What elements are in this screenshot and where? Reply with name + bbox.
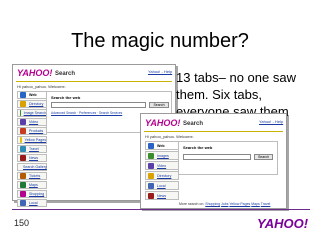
tab-yellow-pages[interactable]: Yellow Pages [17, 136, 47, 144]
tab-travel[interactable]: Travel [17, 145, 47, 153]
more-search-link[interactable]: Shopping [205, 202, 220, 206]
top-links[interactable]: Yahoo! - Help [259, 119, 283, 124]
welcome-text: Hi yahoo_yahoo. Welcome. [17, 84, 66, 89]
yahoo-logo: YAHOO! [17, 68, 53, 78]
tab-label: Web [157, 143, 165, 148]
welcome-text: Hi yahoo_yahoo. Welcome. [145, 134, 194, 139]
tab-label: Yellow Pages [24, 138, 46, 142]
local-icon [148, 182, 154, 189]
tab-directory[interactable]: Directory [145, 171, 179, 180]
tab-label: Video [157, 163, 167, 168]
maps-icon [20, 182, 26, 188]
yellowpages-icon [20, 137, 22, 143]
search-header: Search [183, 121, 204, 127]
more-search-link[interactable]: Yellow Pages [229, 202, 250, 206]
tab-column: Web Images Video Directory Local News [145, 141, 179, 201]
search-label: Search the web [183, 145, 213, 150]
tab-maps[interactable]: Maps [17, 181, 47, 189]
web-icon [148, 142, 154, 149]
tab-label: Maps [29, 183, 38, 187]
tab-news[interactable]: News [17, 154, 47, 162]
search-options-links[interactable]: Advanced Search · Preferences · Search S… [51, 111, 122, 115]
tab-label: Images [157, 153, 169, 158]
tab-video[interactable]: Video [145, 161, 179, 170]
tab-search-gallery[interactable]: Search Gallery [17, 163, 47, 171]
screenshot-six-tabs: YAHOO! Search Yahoo! - Help Hi yahoo_yah… [140, 113, 287, 209]
shopping-icon [20, 191, 26, 197]
travel-icon [20, 146, 26, 152]
tab-tickets[interactable]: Tickets [17, 172, 47, 180]
tab-shopping[interactable]: Shopping [17, 190, 47, 198]
yahoo-logo: YAHOO! [145, 118, 181, 128]
more-search-link[interactable]: Jobs [221, 202, 228, 206]
more-search-prefix: More search on: [179, 202, 206, 206]
search-header: Search [55, 71, 76, 77]
footer-logo-text: YAHOO! [257, 216, 309, 231]
image-icon [148, 152, 154, 159]
tab-label: Image Search [23, 111, 46, 115]
news-icon [20, 155, 26, 161]
tab-label: News [157, 193, 166, 198]
tab-images[interactable]: Images [145, 151, 179, 160]
tab-video[interactable]: Video [17, 118, 47, 126]
video-icon [148, 162, 154, 169]
tab-local[interactable]: Local [17, 199, 47, 207]
slide: The magic number? YAHOO! Search Yahoo! -… [0, 0, 320, 240]
tab-label: Video [29, 120, 39, 124]
tab-web[interactable]: Web [145, 141, 179, 150]
page-number: 150 [14, 218, 30, 228]
yahoo-footer-logo: YAHOO! [257, 216, 309, 231]
tab-web[interactable]: Web [17, 91, 47, 99]
tab-label: Directory [157, 173, 172, 178]
tab-products[interactable]: Products [17, 127, 47, 135]
tab-news[interactable]: News [145, 191, 179, 200]
video-icon [20, 119, 26, 125]
slide-title: The magic number? [71, 30, 249, 52]
tab-directory[interactable]: Directory [17, 100, 47, 108]
tab-label: Local [157, 183, 166, 188]
web-icon [20, 92, 26, 98]
tab-local[interactable]: Local [145, 181, 179, 190]
tab-label: News [29, 156, 38, 160]
tab-label: Products [29, 129, 44, 133]
tab-label: Local [29, 201, 38, 205]
tab-label: Tickets [29, 174, 41, 178]
more-search-link[interactable]: Travel [261, 202, 271, 206]
search-button[interactable]: Search [149, 102, 169, 108]
tab-label: Search Gallery [23, 165, 47, 169]
local-icon [20, 200, 26, 206]
footer-divider [12, 209, 310, 210]
directory-icon [148, 172, 154, 179]
news-icon [148, 192, 154, 199]
image-icon [20, 110, 21, 116]
search-button[interactable]: Search [254, 154, 273, 160]
header-divider [144, 131, 283, 132]
search-label: Search the web [51, 95, 81, 100]
more-search-links: More search on: Shopping Jobs Yellow Pag… [179, 202, 270, 206]
search-input[interactable] [183, 154, 251, 160]
tab-label: Shopping [29, 192, 45, 196]
tab-column: Web Directory Image Search Video Products Yel… [17, 91, 47, 208]
tickets-icon [20, 173, 26, 179]
search-panel: Search the web Search [178, 141, 278, 175]
top-links[interactable]: Yahoo! - Help [148, 69, 172, 74]
header-divider [16, 81, 172, 82]
more-search-link[interactable]: Maps [251, 202, 260, 206]
tab-label: Travel [29, 147, 39, 151]
search-input[interactable] [51, 102, 146, 108]
tab-label: Web [29, 93, 37, 97]
products-icon [20, 128, 26, 134]
directory-icon [20, 101, 26, 107]
tab-image-search[interactable]: Image Search [17, 109, 47, 117]
tab-label: Directory [29, 102, 44, 106]
